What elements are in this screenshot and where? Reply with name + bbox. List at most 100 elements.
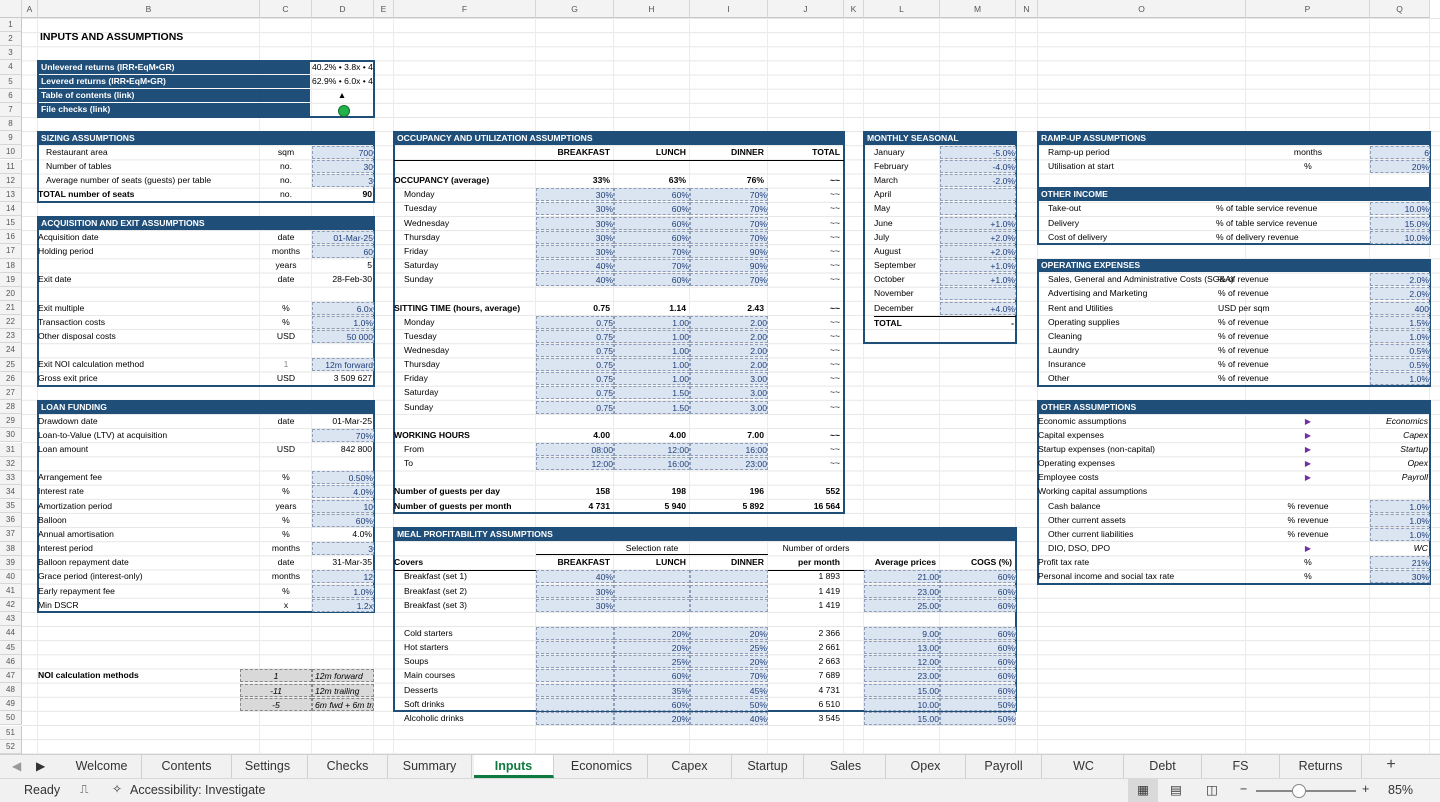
row-header[interactable]: 27 xyxy=(0,385,22,401)
sheet-tab-checks[interactable]: Checks xyxy=(308,755,388,778)
summary-value[interactable]: ▲ xyxy=(312,89,374,102)
column-header[interactable]: P xyxy=(1246,0,1370,18)
normal-view-icon[interactable]: ▦ xyxy=(1128,779,1158,802)
hours-to-input[interactable]: 16:00 xyxy=(614,457,690,471)
worksheet-grid[interactable]: A B C D E F G H I J K L M N O P Q 1 2 3 4 5 6 7 8 9 10 11 12 13 14 15 16… xyxy=(0,0,1440,754)
season-adjust-input[interactable]: +2.0% xyxy=(940,230,1016,244)
column-header[interactable]: D xyxy=(312,0,374,18)
occupancy-input[interactable]: 40% xyxy=(536,259,614,273)
row-header[interactable]: 43 xyxy=(0,612,22,627)
row-header[interactable]: 17 xyxy=(0,244,22,259)
row-header[interactable]: 45 xyxy=(0,640,22,655)
row-header[interactable]: 50 xyxy=(0,711,22,726)
meal-lunch-input[interactable]: 20% xyxy=(614,711,690,725)
sheet-tab-settings[interactable]: Settings xyxy=(228,755,308,778)
row-header[interactable]: 10 xyxy=(0,145,22,160)
accessibility-status[interactable]: Accessibility: Investigate xyxy=(130,783,265,797)
hours-from-input[interactable]: 12:00 xyxy=(614,443,690,456)
opex-input[interactable]: 1.5% xyxy=(1370,315,1430,329)
row-header[interactable]: 30 xyxy=(0,428,22,443)
income-tax-input[interactable]: 30% xyxy=(1370,570,1430,584)
loan-input[interactable]: 3 xyxy=(312,542,374,556)
zoom-slider-thumb[interactable] xyxy=(1292,784,1306,798)
sitting-input[interactable]: 3.00 xyxy=(690,400,768,414)
meal-dinner-input[interactable]: 25% xyxy=(690,641,768,655)
meal-cogs-input[interactable]: 60% xyxy=(940,598,1016,612)
occupancy-input[interactable]: 70% xyxy=(690,202,768,216)
row-header[interactable]: 2 xyxy=(0,32,22,47)
meal-lunch-input[interactable]: 60% xyxy=(614,697,690,711)
opex-input[interactable]: 2.0% xyxy=(1370,273,1430,287)
meal-lunch-input[interactable]: 25% xyxy=(614,655,690,669)
zoom-out-button[interactable]: − xyxy=(1240,782,1247,796)
season-adjust-input[interactable]: -2.0% xyxy=(940,174,1016,188)
sheet-tab-summary[interactable]: Summary xyxy=(388,755,472,778)
select-all-corner[interactable] xyxy=(0,0,22,18)
sitting-input[interactable]: 1.00 xyxy=(614,372,690,386)
row-header[interactable]: 7 xyxy=(0,102,22,118)
meal-price-input[interactable]: 15.00 xyxy=(864,683,940,697)
opex-input[interactable]: 1.0% xyxy=(1370,329,1430,343)
meal-cogs-input[interactable]: 60% xyxy=(940,584,1016,598)
row-header[interactable]: 44 xyxy=(0,626,22,641)
column-header[interactable]: L xyxy=(864,0,940,18)
row-header[interactable]: 49 xyxy=(0,697,22,712)
season-adjust-input[interactable]: +1.0% xyxy=(940,216,1016,230)
occupancy-input[interactable]: 60% xyxy=(614,188,690,202)
rampup-input[interactable]: 20% xyxy=(1370,160,1430,173)
season-adjust-input[interactable]: +1.0% xyxy=(940,259,1016,273)
season-adjust-input[interactable]: +4.0% xyxy=(940,301,1016,315)
row-header[interactable]: 39 xyxy=(0,555,22,570)
row-header[interactable]: 21 xyxy=(0,301,22,316)
row-header[interactable]: 38 xyxy=(0,541,22,556)
meal-price-input[interactable]: 21.00 xyxy=(864,570,940,584)
loan-input[interactable]: 12 xyxy=(312,570,374,584)
loan-input[interactable]: 10 xyxy=(312,499,374,513)
row-header[interactable]: 18 xyxy=(0,258,22,273)
sheet-tab-economics[interactable]: Economics xyxy=(556,755,648,778)
row-header[interactable]: 24 xyxy=(0,343,22,358)
column-header[interactable]: Q xyxy=(1370,0,1430,18)
sheet-tab-fs[interactable]: FS xyxy=(1202,755,1280,778)
sheet-link[interactable]: Payroll xyxy=(1370,471,1430,484)
other-income-input[interactable]: 15.0% xyxy=(1370,216,1430,230)
meal-price-input[interactable]: 9.00 xyxy=(864,626,940,640)
profit-tax-input[interactable]: 21% xyxy=(1370,556,1430,570)
sheet-link[interactable]: Economics xyxy=(1370,415,1430,428)
meal-dinner-input[interactable]: 50% xyxy=(690,697,768,711)
sizing-input[interactable]: 30 xyxy=(312,160,374,173)
row-header[interactable]: 5 xyxy=(0,74,22,89)
sitting-input[interactable]: 3.00 xyxy=(690,372,768,386)
page-layout-icon[interactable]: ▤ xyxy=(1170,782,1182,797)
meal-lunch-input[interactable]: 60% xyxy=(614,669,690,683)
meal-breakfast-input[interactable] xyxy=(536,711,614,725)
meal-dinner-input[interactable] xyxy=(690,584,768,598)
loan-input[interactable]: 1.2x xyxy=(312,598,374,612)
acquisition-input[interactable]: 6.0x xyxy=(312,301,374,315)
row-header[interactable]: 25 xyxy=(0,357,22,372)
wc-sheet-link[interactable]: WC xyxy=(1370,542,1430,555)
occupancy-input[interactable]: 70% xyxy=(690,273,768,287)
sitting-input[interactable]: 2.00 xyxy=(690,343,768,357)
sheet-tab-sales[interactable]: Sales xyxy=(806,755,886,778)
occupancy-input[interactable]: 60% xyxy=(614,230,690,244)
row-header[interactable]: 42 xyxy=(0,598,22,613)
row-header[interactable]: 6 xyxy=(0,88,22,103)
file-checks-ok-icon[interactable] xyxy=(338,104,350,117)
meal-price-input[interactable]: 25.00 xyxy=(864,598,940,612)
meal-dinner-input[interactable] xyxy=(690,570,768,584)
sitting-input[interactable]: 0.75 xyxy=(536,343,614,357)
sizing-input[interactable]: 3 xyxy=(312,174,374,188)
sitting-input[interactable]: 1.00 xyxy=(614,329,690,343)
column-header[interactable]: A xyxy=(22,0,38,18)
meal-breakfast-input[interactable] xyxy=(536,697,614,711)
sheet-tab-startup[interactable]: Startup xyxy=(732,755,804,778)
meal-cogs-input[interactable]: 60% xyxy=(940,626,1016,640)
other-income-input[interactable]: 10.0% xyxy=(1370,202,1430,216)
meal-dinner-input[interactable]: 70% xyxy=(690,669,768,683)
column-header[interactable]: F xyxy=(394,0,536,18)
row-header[interactable]: 34 xyxy=(0,484,22,500)
row-header[interactable]: 33 xyxy=(0,470,22,485)
occupancy-input[interactable]: 70% xyxy=(690,230,768,244)
occupancy-input[interactable]: 90% xyxy=(690,244,768,258)
